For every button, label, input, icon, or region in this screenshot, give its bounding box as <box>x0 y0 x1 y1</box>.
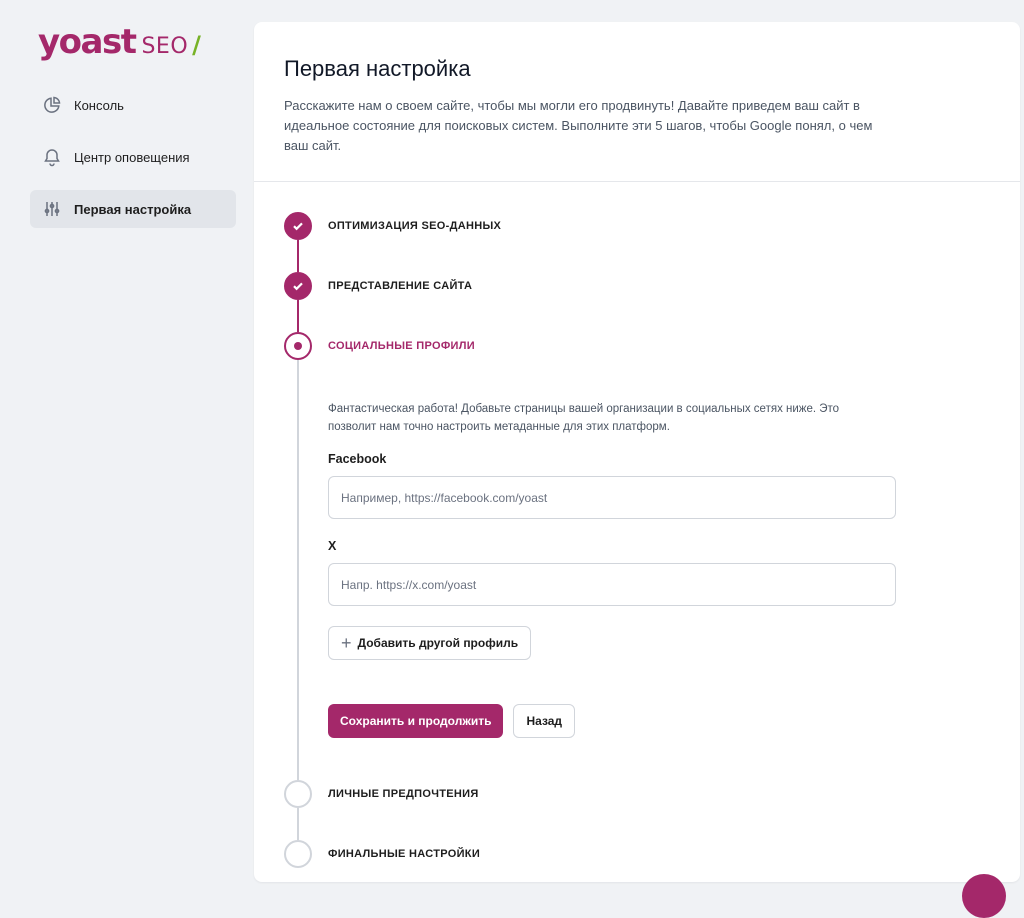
step-status-circle <box>284 272 312 300</box>
facebook-input[interactable] <box>328 476 896 519</box>
step-label: Социальные профили <box>328 340 475 352</box>
x-input[interactable] <box>328 563 896 606</box>
sidebar-nav: Консоль Центр оповещения Первая настройк… <box>30 86 236 242</box>
step-label: Представление сайта <box>328 280 473 292</box>
sidebar-item-label: Первая настройка <box>74 201 192 217</box>
sidebar-item-console[interactable]: Консоль <box>30 86 236 124</box>
sidebar-item-first-setup[interactable]: Первая настройка <box>30 190 236 228</box>
back-button[interactable]: Назад <box>513 704 576 738</box>
page-title: Первая настройка <box>284 56 471 81</box>
x-label: X <box>328 539 337 553</box>
step-final-settings[interactable]: Финальные настройки <box>284 840 480 868</box>
bell-icon <box>42 147 62 167</box>
step-status-circle <box>284 332 312 360</box>
sidebar: yoast SEO / Консоль Центр оповещения Пер… <box>0 0 254 877</box>
page-description: Расскажите нам о своем сайте, чтобы мы м… <box>284 98 873 153</box>
card-header: Первая настройка Расскажите нам о своем … <box>254 22 1020 182</box>
step-site-representation[interactable]: Представление сайта <box>284 272 472 300</box>
main-card: Первая настройка Расскажите нам о своем … <box>254 22 1020 882</box>
save-continue-button[interactable]: Сохранить и продолжить <box>328 704 504 738</box>
step-actions: Сохранить и продолжить Назад <box>328 704 898 738</box>
step-status-circle <box>284 840 312 868</box>
logo-wordmark: yoast <box>38 22 137 62</box>
step-connector <box>297 300 299 332</box>
step-social-profiles[interactable]: Социальные профили <box>284 332 475 360</box>
step-label: Личные предпочтения <box>328 788 479 800</box>
step-label: Оптимизация SEO-данных <box>328 220 502 232</box>
facebook-label: Facebook <box>328 452 387 466</box>
step-connector <box>297 808 299 840</box>
add-profile-label: Добавить другой профиль <box>357 636 519 650</box>
pie-chart-icon <box>42 95 62 115</box>
yoast-logo[interactable]: yoast SEO / <box>38 22 201 66</box>
sidebar-item-notifications[interactable]: Центр оповещения <box>30 138 236 176</box>
sidebar-item-label: Консоль <box>74 97 124 113</box>
current-step-dot <box>294 342 302 350</box>
plus-icon: + <box>341 633 352 653</box>
step-status-circle <box>284 212 312 240</box>
step-status-circle <box>284 780 312 808</box>
sidebar-item-label: Центр оповещения <box>74 149 190 165</box>
step-label: Финальные настройки <box>328 848 481 860</box>
check-icon <box>293 222 303 231</box>
help-fab-button[interactable] <box>962 874 1006 918</box>
step-personal-preferences[interactable]: Личные предпочтения <box>284 780 479 808</box>
social-profiles-form: Фантастическая работа! Добавьте страницы… <box>328 400 898 738</box>
sliders-icon <box>42 199 62 219</box>
step-connector <box>297 360 299 780</box>
logo-slash: / <box>192 31 201 59</box>
step-connector <box>297 240 299 272</box>
step-seo-optimization[interactable]: Оптимизация SEO-данных <box>284 212 501 240</box>
step-intro-text: Фантастическая работа! Добавьте страницы… <box>328 403 840 433</box>
logo-seo-text: SEO <box>141 34 189 59</box>
add-profile-button[interactable]: + Добавить другой профиль <box>328 626 532 660</box>
check-icon <box>293 282 303 291</box>
